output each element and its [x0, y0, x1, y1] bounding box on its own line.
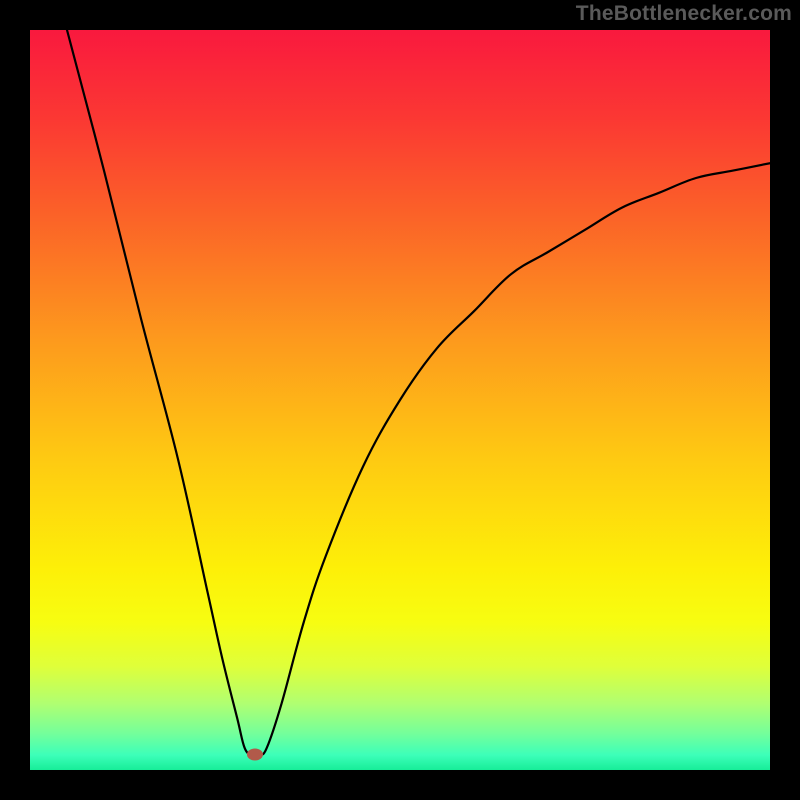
minimum-marker — [247, 748, 263, 760]
chart-frame: TheBottlenecker.com — [0, 0, 800, 800]
chart-plot — [30, 30, 770, 770]
watermark-text: TheBottlenecker.com — [576, 2, 792, 26]
